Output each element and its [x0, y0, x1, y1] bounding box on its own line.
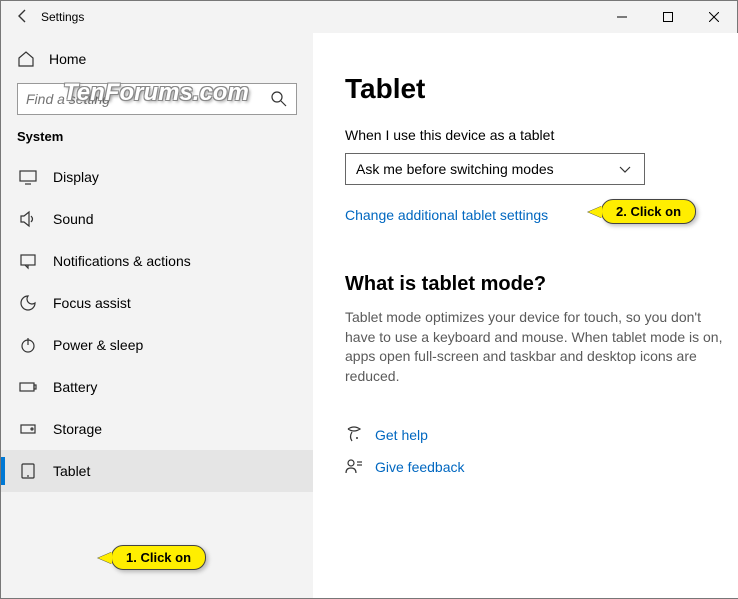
window-controls [599, 1, 737, 33]
sound-icon [19, 210, 37, 228]
display-icon [19, 168, 37, 186]
chevron-down-icon [616, 160, 634, 178]
tablet-icon [19, 462, 37, 480]
search-input[interactable] [17, 83, 297, 115]
window-body: Home System Display Sound [1, 33, 737, 598]
sidebar-item-label: Sound [53, 211, 93, 227]
settings-window: Settings Home System D [0, 0, 738, 599]
back-button[interactable] [15, 8, 31, 27]
sidebar-item-sound[interactable]: Sound [1, 198, 313, 240]
section-title: What is tablet mode? [345, 273, 725, 296]
home-label: Home [49, 51, 86, 67]
page-title: Tablet [345, 73, 725, 105]
callout-2: 2. Click on [601, 199, 696, 224]
sidebar-item-tablet[interactable]: Tablet [1, 450, 313, 492]
battery-icon [19, 378, 37, 396]
window-title: Settings [41, 10, 84, 24]
sidebar: Home System Display Sound [1, 33, 313, 598]
notifications-icon [19, 252, 37, 270]
sidebar-item-label: Focus assist [53, 295, 131, 311]
field-label: When I use this device as a tablet [345, 127, 725, 143]
sidebar-item-power-sleep[interactable]: Power & sleep [1, 324, 313, 366]
titlebar-left: Settings [1, 8, 84, 27]
feedback-label: Give feedback [375, 459, 465, 475]
dropdown-value: Ask me before switching modes [356, 161, 554, 177]
nav-list: Display Sound Notifications & actions Fo… [1, 156, 313, 492]
search-wrap [17, 83, 297, 115]
feedback-icon [345, 458, 363, 476]
tablet-behavior-dropdown[interactable]: Ask me before switching modes [345, 153, 645, 185]
focus-assist-icon [19, 294, 37, 312]
maximize-button[interactable] [645, 1, 691, 33]
give-feedback-link[interactable]: Give feedback [345, 458, 725, 476]
content-pane: Tablet When I use this device as a table… [313, 33, 738, 598]
help-label: Get help [375, 427, 428, 443]
sidebar-item-label: Storage [53, 421, 102, 437]
sidebar-item-notifications[interactable]: Notifications & actions [1, 240, 313, 282]
home-icon [17, 50, 35, 68]
additional-settings-link[interactable]: Change additional tablet settings [345, 207, 548, 223]
home-button[interactable]: Home [1, 41, 313, 77]
sidebar-item-label: Battery [53, 379, 97, 395]
search-icon [270, 90, 288, 108]
sidebar-item-display[interactable]: Display [1, 156, 313, 198]
sidebar-item-label: Display [53, 169, 99, 185]
callout-1: 1. Click on [111, 545, 206, 570]
minimize-button[interactable] [599, 1, 645, 33]
help-icon [345, 426, 363, 444]
sidebar-item-storage[interactable]: Storage [1, 408, 313, 450]
titlebar: Settings [1, 1, 737, 33]
power-icon [19, 336, 37, 354]
sidebar-item-battery[interactable]: Battery [1, 366, 313, 408]
get-help-link[interactable]: Get help [345, 426, 725, 444]
search-field[interactable] [26, 91, 266, 107]
category-label: System [1, 129, 313, 144]
help-links: Get help Give feedback [345, 426, 725, 476]
storage-icon [19, 420, 37, 438]
close-button[interactable] [691, 1, 737, 33]
section-description: Tablet mode optimizes your device for to… [345, 308, 725, 386]
sidebar-item-label: Notifications & actions [53, 253, 191, 269]
sidebar-item-label: Tablet [53, 463, 90, 479]
sidebar-item-label: Power & sleep [53, 337, 143, 353]
sidebar-item-focus-assist[interactable]: Focus assist [1, 282, 313, 324]
